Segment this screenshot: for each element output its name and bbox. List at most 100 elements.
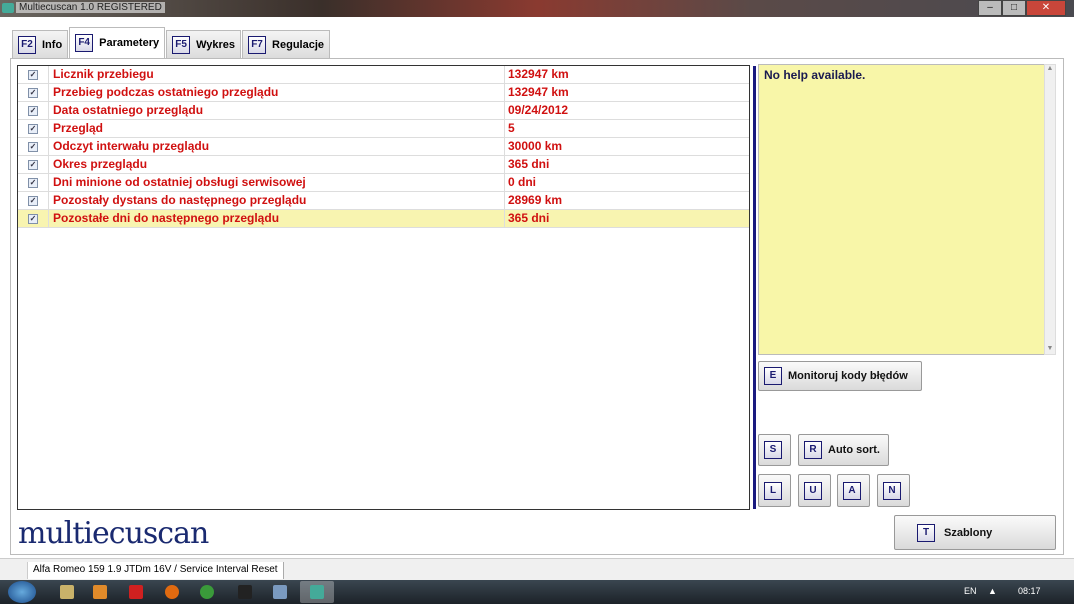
checkbox-cell: ✓ <box>18 120 49 137</box>
close-button[interactable]: ✕ <box>1026 0 1066 16</box>
tab-label: Wykres <box>196 38 236 51</box>
parameter-value: 365 dni <box>508 211 550 225</box>
explorer-icon[interactable] <box>60 585 74 599</box>
row-checkbox[interactable]: ✓ <box>28 123 38 134</box>
tab-label: Info <box>42 38 63 51</box>
button-label: Szablony <box>944 526 993 539</box>
parameter-value: 132947 km <box>508 85 569 99</box>
media-player-icon[interactable] <box>93 585 107 599</box>
monitor-error-codes-button[interactable]: E Monitoruj kody błędów <box>758 361 922 391</box>
tab-parametery[interactable]: F4 Parametery <box>69 27 166 58</box>
app-icon[interactable] <box>129 585 143 599</box>
parameter-name: Data ostatniego przeglądu <box>49 102 505 119</box>
splitter[interactable] <box>753 66 756 509</box>
window-title: Multiecuscan 1.0 REGISTERED <box>16 2 165 13</box>
checkbox-cell: ✓ <box>18 210 49 227</box>
parameter-name: Licznik przebiegu <box>49 66 505 83</box>
multiecuscan-taskbar-button[interactable] <box>300 581 334 603</box>
key-badge: F7 <box>248 35 267 54</box>
table-row[interactable]: ✓ Pozostały dystans do następnego przeglą… <box>18 192 749 210</box>
app-icon <box>2 3 14 13</box>
parameter-name: Dni minione od ostatniej obsługi serwiso… <box>49 174 505 191</box>
parameter-name: Przebieg podczas ostatniego przeglądu <box>49 84 505 101</box>
clock[interactable]: 08:17 <box>1018 586 1041 596</box>
row-checkbox[interactable]: ✓ <box>28 213 38 224</box>
button-label: Monitoruj kody błędów <box>788 370 908 382</box>
taskbar: EN ▲ 08:17 <box>0 580 1074 604</box>
key-badge: A <box>843 481 861 500</box>
key-badge: R <box>804 441 822 459</box>
chrome-icon[interactable] <box>200 585 214 599</box>
checkbox-cell: ✓ <box>18 138 49 155</box>
app-icon[interactable] <box>238 585 252 599</box>
s-button[interactable]: S <box>758 434 791 466</box>
multiecuscan-logo: multiecuscan <box>18 516 209 551</box>
key-badge: L <box>764 481 782 500</box>
checkbox-cell: ✓ <box>18 174 49 191</box>
row-checkbox[interactable]: ✓ <box>28 105 38 116</box>
tray-expand-icon[interactable]: ▲ <box>988 586 997 596</box>
key-badge: F5 <box>172 35 191 54</box>
help-panel: No help available. <box>758 64 1045 355</box>
maximize-button[interactable]: □ <box>1002 0 1026 16</box>
table-row[interactable]: ✓ Dni minione od ostatniej obsługi serwis… <box>18 174 749 192</box>
checkbox-cell: ✓ <box>18 192 49 209</box>
row-checkbox[interactable]: ✓ <box>28 69 38 80</box>
tab-regulacje[interactable]: F7 Regulacje <box>242 30 331 58</box>
parameter-value: 365 dni <box>508 157 550 171</box>
checkbox-cell: ✓ <box>18 66 49 83</box>
key-badge: E <box>764 367 782 385</box>
parameter-name: Pozostały dystans do następnego przegląd… <box>49 192 505 209</box>
key-badge: F2 <box>18 35 36 54</box>
parameter-value: 28969 km <box>508 193 563 207</box>
a-button[interactable]: A <box>837 474 870 507</box>
button-label: Auto sort. <box>828 444 880 456</box>
table-row[interactable]: ✓ Pozostałe dni do następnego przeglądu 36… <box>18 210 749 228</box>
app-icon[interactable] <box>273 585 287 599</box>
auto-sort-button[interactable]: R Auto sort. <box>798 434 889 466</box>
tab-bar: F2 Info F4 Parametery F5 Wykres F7 Regulacje <box>12 27 331 58</box>
key-badge: S <box>764 441 782 459</box>
title-bar: Multiecuscan 1.0 REGISTERED – □ ✕ <box>0 0 1074 17</box>
row-checkbox[interactable]: ✓ <box>28 177 38 188</box>
table-row[interactable]: ✓ Data ostatniego przeglądu 09/24/2012 <box>18 102 749 120</box>
table-row[interactable]: ✓ Odczyt interwału przeglądu 30000 km <box>18 138 749 156</box>
l-button[interactable]: L <box>758 474 791 507</box>
checkbox-cell: ✓ <box>18 84 49 101</box>
help-scrollbar[interactable]: ▲ ▼ <box>1044 64 1056 355</box>
parameters-table: ✓ Licznik przebiegu 132947 km ✓ Przebieg pod… <box>17 65 750 510</box>
checkbox-cell: ✓ <box>18 156 49 173</box>
table-row[interactable]: ✓ Okres przeglądu 365 dni <box>18 156 749 174</box>
help-text: No help available. <box>764 68 866 82</box>
start-button[interactable] <box>8 581 36 603</box>
tab-label: Regulacje <box>272 38 325 51</box>
templates-button[interactable]: T Szablony <box>894 515 1056 550</box>
parameter-name: Pozostałe dni do następnego przeglądu <box>49 210 505 227</box>
parameter-name: Odczyt interwału przeglądu <box>49 138 505 155</box>
u-button[interactable]: U <box>798 474 831 507</box>
table-row[interactable]: ✓ Licznik przebiegu 132947 km <box>18 66 749 84</box>
parameter-name: Przegląd <box>49 120 505 137</box>
key-badge: N <box>883 481 901 500</box>
row-checkbox[interactable]: ✓ <box>28 195 38 206</box>
language-indicator[interactable]: EN <box>964 586 977 596</box>
table-row[interactable]: ✓ Przebieg podczas ostatniego przeglądu 13… <box>18 84 749 102</box>
parameter-name: Okres przeglądu <box>49 156 505 173</box>
key-badge: T <box>917 523 935 542</box>
parameter-value: 0 dni <box>508 175 537 189</box>
row-checkbox[interactable]: ✓ <box>28 141 38 152</box>
tab-label: Parametery <box>99 37 160 49</box>
parameter-value: 30000 km <box>508 139 563 153</box>
table-row[interactable]: ✓ Przegląd 5 <box>18 120 749 138</box>
minimize-button[interactable]: – <box>978 0 1002 16</box>
parameter-value: 5 <box>508 121 515 135</box>
firefox-icon[interactable] <box>165 585 179 599</box>
key-badge: U <box>804 481 822 500</box>
row-checkbox[interactable]: ✓ <box>28 159 38 170</box>
multiecuscan-icon <box>310 585 324 599</box>
status-bar: Alfa Romeo 159 1.9 JTDm 16V / Service In… <box>0 558 1074 580</box>
tab-info[interactable]: F2 Info <box>12 30 69 58</box>
n-button[interactable]: N <box>877 474 910 507</box>
row-checkbox[interactable]: ✓ <box>28 87 38 98</box>
tab-wykres[interactable]: F5 Wykres <box>166 30 242 58</box>
